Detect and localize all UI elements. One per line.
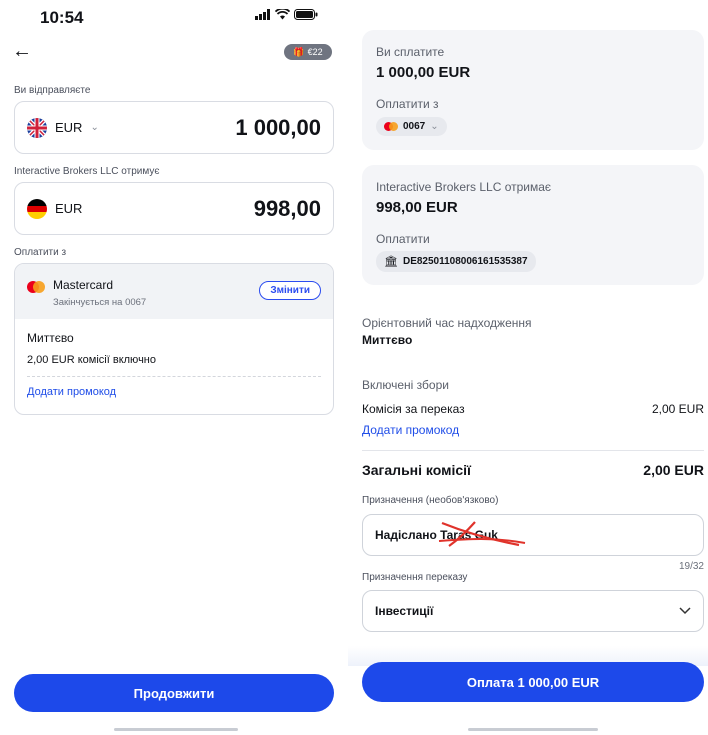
recipient-label: Interactive Brokers LLC отримує [14, 166, 160, 177]
iban-chip: 🏛 DE82501108006161535387 [376, 251, 536, 272]
reference-counter: 19/32 [678, 561, 704, 572]
send-label: Ви відправляєте [14, 85, 91, 96]
fees-included-label: Включені збори [362, 378, 449, 392]
pay-from-label: Оплатити з [14, 247, 67, 258]
recv-amount-field[interactable]: EUR 998,00 [14, 182, 334, 235]
mastercard-icon [27, 281, 45, 293]
home-indicator [114, 728, 238, 731]
continue-button[interactable]: Продовжити [14, 674, 334, 712]
eta-value: Миттєво [362, 333, 413, 347]
uk-flag-icon [27, 117, 47, 138]
wifi-icon [275, 9, 290, 20]
home-indicator-right [468, 728, 598, 731]
back-arrow-icon[interactable]: ← [12, 40, 32, 63]
recv-currency-code: EUR [55, 201, 83, 216]
total-fees-value: 2,00 EUR [643, 462, 704, 478]
status-icons [255, 9, 318, 20]
card-ending: Закінчується на 0067 [53, 297, 147, 308]
reference-input[interactable]: Надіслано Taras Guk [362, 514, 704, 556]
speed-text: Миттєво [27, 331, 74, 345]
you-pay-card: Ви сплатите 1 000,00 EUR Оплатити з 0067… [362, 30, 704, 150]
transfer-fee-label: Комісія за переказ [362, 402, 465, 416]
fee-note: 2,00 EUR комісії включно [27, 354, 156, 366]
chevron-down-icon [679, 607, 691, 615]
purpose-label: Призначення переказу [362, 572, 468, 583]
iban-value: DE82501108006161535387 [402, 256, 528, 267]
pay-to-label: Оплатити [376, 232, 430, 246]
payment-method-card: Mastercard Закінчується на 0067 Змінити … [14, 263, 334, 415]
card-chip[interactable]: 0067 ⌄ [376, 117, 447, 136]
promo-link-right[interactable]: Додати промокод [362, 423, 459, 437]
recipient-card: Interactive Brokers LLC отримає 998,00 E… [362, 165, 704, 285]
send-amount-field[interactable]: EUR ⌄ 1 000,00 [14, 101, 334, 154]
you-pay-value: 1 000,00 EUR [376, 64, 471, 81]
eta-label: Орієнтовний час надходження [362, 316, 532, 330]
gift-badge-value: €22 [307, 47, 323, 57]
battery-icon [294, 9, 318, 20]
status-time: 10:54 [40, 8, 84, 27]
divider [362, 450, 704, 451]
pay-button[interactable]: Оплата 1 000,00 EUR [362, 662, 704, 702]
change-card-button[interactable]: Змінити [259, 281, 321, 300]
pay-from-label-right: Оплатити з [376, 97, 439, 111]
gift-badge[interactable]: 🎁 €22 [284, 44, 332, 60]
transfer-fee-value: 2,00 EUR [651, 402, 704, 416]
recipient-label-right: Interactive Brokers LLC отримає [376, 180, 552, 194]
de-flag-icon [27, 198, 47, 219]
bank-icon: 🏛 [384, 256, 398, 268]
signal-icon [255, 9, 270, 20]
card-chip-number: 0067 [403, 121, 426, 132]
send-currency-selector[interactable]: EUR ⌄ [27, 117, 99, 138]
gift-icon: 🎁 [293, 46, 305, 57]
chevron-down-icon: ⌄ [90, 122, 99, 133]
card-row: Mastercard Закінчується на 0067 Змінити [15, 264, 333, 319]
strike-scribble-icon [438, 521, 526, 547]
send-amount-value[interactable]: 1 000,00 [235, 115, 321, 141]
send-currency-code: EUR [55, 120, 83, 135]
recv-amount-value[interactable]: 998,00 [254, 196, 321, 222]
card-name: Mastercard [53, 278, 114, 292]
chevron-down-icon: ⌄ [430, 121, 439, 132]
reference-label: Призначення (необов'язково) [362, 495, 499, 506]
recv-currency: EUR [27, 198, 83, 219]
purpose-value: Інвестиції [375, 604, 434, 618]
total-fees-label: Загальні комісії [362, 462, 471, 478]
mastercard-icon [384, 122, 398, 131]
you-pay-label: Ви сплатите [376, 45, 445, 59]
promo-link[interactable]: Додати промокод [27, 386, 321, 398]
recipient-value: 998,00 EUR [376, 199, 458, 216]
purpose-select[interactable]: Інвестиції [362, 590, 704, 632]
